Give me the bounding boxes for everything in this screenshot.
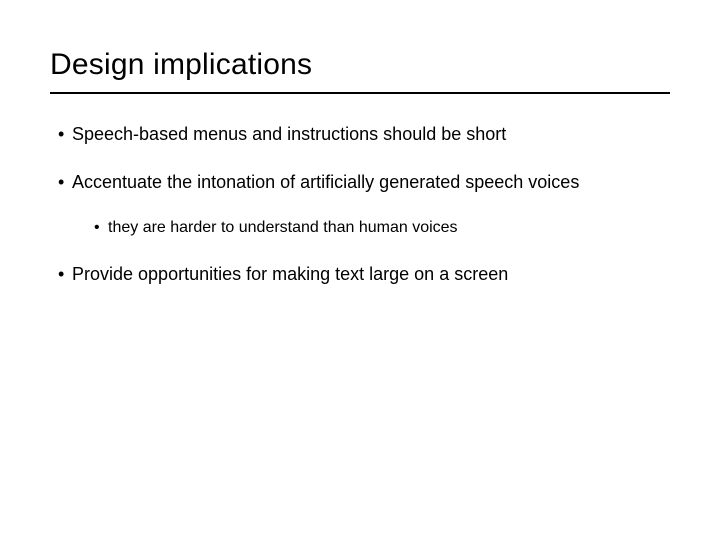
bullet-list: Speech-based menus and instructions shou… bbox=[50, 122, 670, 286]
slide: Design implications Speech-based menus a… bbox=[0, 0, 720, 350]
bullet-text: Speech-based menus and instructions shou… bbox=[72, 124, 506, 144]
list-item: they are harder to understand than human… bbox=[94, 217, 670, 239]
bullet-text: they are harder to understand than human… bbox=[108, 219, 458, 236]
list-item: Speech-based menus and instructions shou… bbox=[58, 122, 670, 146]
bullet-text: Accentuate the intonation of artificiall… bbox=[72, 172, 579, 192]
list-item: Accentuate the intonation of artificiall… bbox=[58, 170, 670, 238]
slide-title: Design implications bbox=[50, 48, 670, 82]
sub-bullet-list: they are harder to understand than human… bbox=[94, 217, 670, 239]
list-item: Provide opportunities for making text la… bbox=[58, 262, 670, 286]
title-rule bbox=[50, 92, 670, 94]
bullet-text: Provide opportunities for making text la… bbox=[72, 264, 508, 284]
